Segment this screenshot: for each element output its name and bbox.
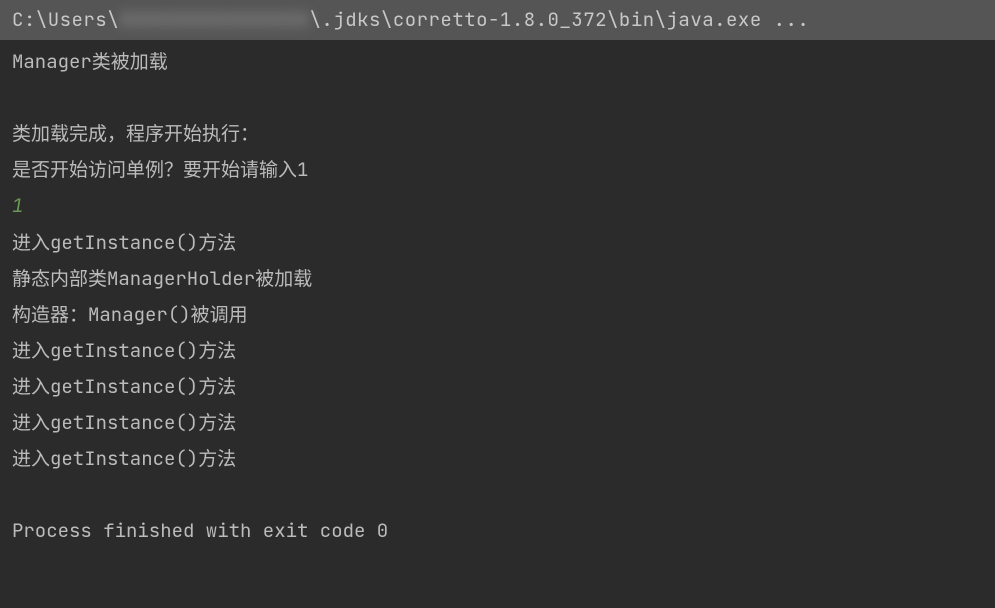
console-output[interactable]: Manager类被加载 类加载完成，程序开始执行： 是否开始访问单例？要开始请输… (0, 40, 995, 553)
output-line: 进入getInstance()方法 (12, 225, 983, 261)
path-prefix: C:\Users\ (12, 7, 119, 32)
path-censored: XXXXXXXXXXXXXXXX (119, 2, 309, 38)
output-line: 进入getInstance()方法 (12, 441, 983, 477)
output-line: 进入getInstance()方法 (12, 405, 983, 441)
user-input-line: 1 (12, 188, 983, 224)
output-line: 进入getInstance()方法 (12, 333, 983, 369)
output-line: Manager类被加载 (12, 44, 983, 80)
output-line: 构造器：Manager()被调用 (12, 297, 983, 333)
output-line: 类加载完成，程序开始执行： (12, 116, 983, 152)
path-suffix: \.jdks\corretto-1.8.0_372\bin\java.exe .… (310, 7, 810, 32)
blank-line (12, 80, 983, 116)
output-line: 静态内部类ManagerHolder被加载 (12, 261, 983, 297)
output-line: 是否开始访问单例？要开始请输入1 (12, 152, 983, 188)
output-line: 进入getInstance()方法 (12, 369, 983, 405)
command-path-header: C:\Users\XXXXXXXXXXXXXXXX\.jdks\corretto… (0, 0, 995, 40)
exit-code-line: Process finished with exit code 0 (12, 513, 983, 549)
blank-line (12, 477, 983, 513)
